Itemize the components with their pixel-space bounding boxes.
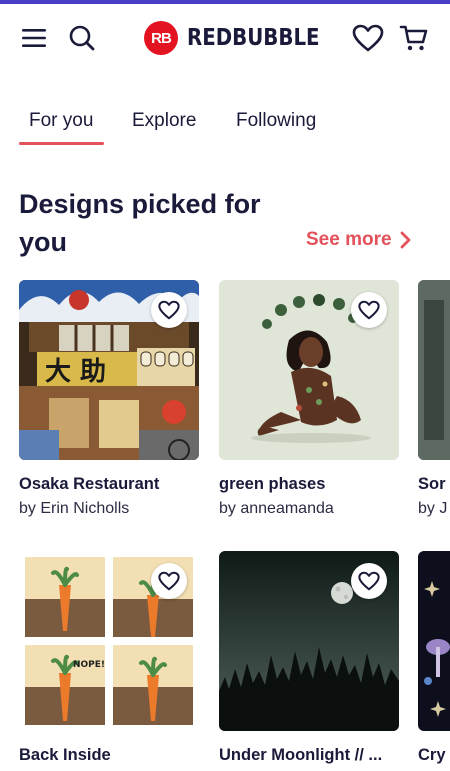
favorite-button[interactable] [151,292,187,328]
logo-mark: RB [144,21,178,55]
partial-artwork [418,280,450,460]
partial-artwork [418,551,450,731]
search-icon [69,25,95,51]
design-image[interactable] [219,280,399,460]
design-title[interactable]: Under Moonlight // ... [219,746,399,765]
cart-button[interactable] [398,22,430,54]
design-artist[interactable]: by anneamanda [219,500,399,518]
favorite-button[interactable] [151,563,187,599]
heart-icon [352,24,384,52]
heart-icon [358,300,380,320]
heart-icon [158,571,180,591]
svg-text:大 助: 大 助 [45,357,106,387]
hamburger-menu-icon [22,29,46,47]
design-card[interactable]: Cry [418,551,450,765]
design-title[interactable]: Back Inside [19,746,199,765]
design-artist[interactable]: by Erin Nicholls [19,500,199,518]
heart-icon [158,300,180,320]
design-image[interactable]: 大 助 [19,280,199,460]
design-image[interactable]: NOPE! [19,551,199,731]
app-header: RB REDBUBBLE [0,4,450,70]
menu-button[interactable] [18,22,50,54]
design-title[interactable]: Sor [418,475,450,494]
design-title[interactable]: Cry [418,746,450,765]
logo-wordmark: REDBUBBLE [187,25,320,51]
tab-for-you[interactable]: For you [29,110,93,132]
design-image[interactable] [219,551,399,731]
redbubble-logo[interactable]: RB REDBUBBLE [144,21,341,55]
feed-tabs: For you Explore Following [0,100,450,150]
section-title: Designs picked for you [19,189,261,257]
search-button[interactable] [66,22,98,54]
active-tab-indicator [19,142,104,145]
heart-icon [358,571,380,591]
svg-text:NOPE!: NOPE! [73,660,105,670]
see-more-label: See more [306,229,392,250]
design-title[interactable]: green phases [219,475,399,494]
design-title[interactable]: Osaka Restaurant [19,475,199,494]
design-card[interactable]: 大 助 Osaka Restaurant by Erin Nicholls [19,280,199,518]
design-artist[interactable]: by J [418,500,450,518]
design-card[interactable]: Sor by J [418,280,450,518]
tab-following[interactable]: Following [236,110,316,132]
favorite-button[interactable] [351,563,387,599]
favorites-button[interactable] [351,22,385,54]
favorite-button[interactable] [351,292,387,328]
design-card[interactable]: NOPE! Back Inside [19,551,199,765]
design-image[interactable] [418,280,450,460]
design-card[interactable]: green phases by anneamanda [219,280,399,518]
chevron-right-icon [400,231,410,249]
cart-icon [399,25,428,51]
design-image[interactable] [418,551,450,731]
tab-explore[interactable]: Explore [132,110,196,132]
design-card[interactable]: Under Moonlight // ... [219,551,399,765]
see-more-link[interactable]: See more [306,229,412,251]
